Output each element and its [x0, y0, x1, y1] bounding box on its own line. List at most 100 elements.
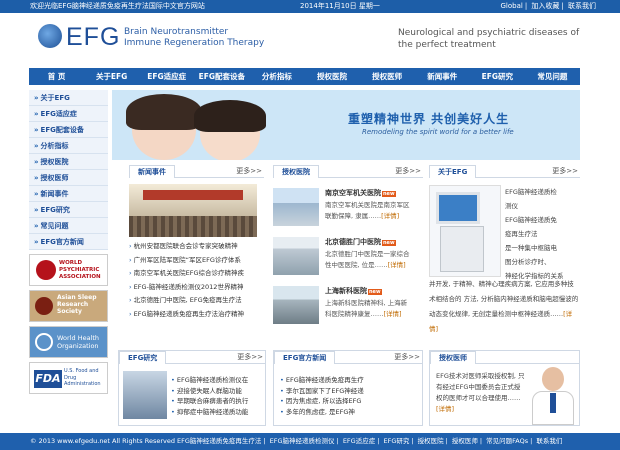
nav-hospitals[interactable]: 授权医院 [304, 68, 359, 85]
global-link[interactable]: Global [500, 2, 522, 10]
sidebar-item-official-news[interactable]: » EFG官方新闻 [29, 234, 108, 250]
doctor-photo[interactable] [530, 365, 576, 425]
logo-sub-line-2: Immune Regeneration Therapy [124, 38, 265, 48]
research-tab[interactable]: EFG研究 [119, 351, 167, 364]
research-more-link[interactable]: 更多>> [237, 351, 263, 364]
list-item[interactable]: EFG脑神经递质免疫再生疗法治疗精神 [129, 308, 264, 322]
device-monitor [436, 192, 480, 224]
globe-logo-icon[interactable] [38, 24, 62, 48]
footer-link[interactable]: EFG适应症 [343, 437, 375, 445]
news-more-link[interactable]: 更多>> [236, 165, 262, 178]
wpa-badge[interactable]: WORLD PSYCHIATRIC ASSOCIATION [29, 254, 108, 286]
fda-badge[interactable]: FDA U.S. Food and Drug Administration [29, 362, 108, 394]
footer-link[interactable]: 授权医院 [418, 437, 444, 445]
research-photo[interactable] [123, 371, 167, 419]
fda-logo-icon: FDA [34, 370, 62, 388]
list-item[interactable]: 广州军区陆军医院“军区EFG诊疗体系 [129, 254, 264, 268]
nav-news[interactable]: 新闻事件 [415, 68, 470, 85]
sidebar-item-about[interactable]: » 关于EFG [29, 90, 108, 106]
assr-badge[interactable]: Asian Sleep Research Society [29, 290, 108, 322]
hospital-item[interactable]: 南京空军机关医院 new 南京空军机关医院是南京军区联勤保障, 隶属……[详情] [273, 186, 423, 231]
about-more-link[interactable]: 更多>> [552, 165, 578, 178]
footer-link[interactable]: 授权医师 [452, 437, 478, 445]
new-icon: new [368, 289, 382, 295]
efg-device-image[interactable] [429, 185, 501, 277]
research-header: EFG研究 更多>> [119, 351, 265, 364]
nav-research[interactable]: EFG研究 [470, 68, 525, 85]
list-item[interactable]: 南京空军机关医院EFG综合诊疗精神疾 [129, 267, 264, 281]
banner-subtitle: Remodeling the spirit world for a better… [362, 128, 514, 136]
arrow-icon: » [34, 94, 39, 102]
about-line: EFG脑神经递质检 [505, 188, 557, 196]
who-badge[interactable]: World Health Organization [29, 326, 108, 358]
logo-text[interactable]: EFG [66, 24, 120, 50]
news-tab[interactable]: 新闻事件 [129, 165, 175, 178]
add-favorite-link[interactable]: 加入收藏 [531, 2, 559, 10]
news-photo[interactable] [129, 184, 257, 237]
detail-link[interactable]: [详情] [388, 261, 406, 269]
sidebar-item-doctors[interactable]: » 授权医师 [29, 170, 108, 186]
hospitals-more-link[interactable]: 更多>> [395, 165, 421, 178]
list-item[interactable]: EFG-脑神经递质检测仪2012世界精神 [129, 281, 264, 295]
footer-link[interactable]: 联系我们 [536, 437, 562, 445]
hospital-name: 北京德胜门中医院 new [325, 238, 396, 246]
official-news-more-link[interactable]: 更多>> [394, 351, 420, 364]
footer-link[interactable]: EFG脑神经递质免疫再生疗法 [177, 437, 261, 445]
hospital-item[interactable]: 北京德胜门中医院 new 北京德胜门中医院是一家综合性中医医院, 位是……[详情] [273, 235, 423, 280]
list-item[interactable]: 早期联合麻痹患者的执行 [171, 396, 263, 407]
hospital-item[interactable]: 上海新科医院 new 上海新科医院精神科, 上海新科医院精神康复……[详情] [273, 284, 423, 329]
list-item[interactable]: 抑郁症中脑神经递质功能 [171, 407, 263, 418]
list-item[interactable]: 迎接使失眠人群脑功能 [171, 386, 263, 397]
list-item[interactable]: EFG脑神经递质免疫再生疗 [280, 375, 420, 386]
sidebar-item-equipment[interactable]: » EFG配套设备 [29, 122, 108, 138]
banner-title: 重塑精神世界 共创美好人生 [348, 112, 510, 126]
list-item[interactable]: 因为焦虑症, 所以选择EFG [280, 396, 420, 407]
sidebar-item-news[interactable]: » 新闻事件 [29, 186, 108, 202]
doctors-box: 授权医师 EFG技术对医师采取授权制, 只有经过EFG中国委员会正式授权的医师才… [429, 350, 580, 426]
audience-crowd [129, 216, 257, 237]
arrow-icon: » [34, 190, 39, 198]
sidebar-item-research[interactable]: » EFG研究 [29, 202, 108, 218]
official-news-header: EFG官方新闻 更多>> [274, 351, 422, 364]
about-line: EFG脑神经递质免 [505, 216, 557, 224]
nav-doctors[interactable]: 授权医师 [360, 68, 415, 85]
hospitals-tab[interactable]: 授权医院 [273, 165, 319, 178]
official-news-tab[interactable]: EFG官方新闻 [274, 351, 336, 364]
doctors-tab[interactable]: 授权医师 [430, 351, 476, 364]
sidebar-item-indications[interactable]: » EFG适应症 [29, 106, 108, 122]
about-tab[interactable]: 关于EFG [429, 165, 477, 178]
sidebar-item-faq[interactable]: » 常见问题 [29, 218, 108, 234]
nav-equipment[interactable]: EFG配套设备 [194, 68, 249, 85]
detail-link[interactable]: [详情] [384, 310, 402, 318]
welcome-text: 欢迎光临EFG脑神经递质免疫再生疗法国际中文官方网站 [30, 2, 205, 10]
sidebar-label: 关于EFG [40, 94, 70, 102]
doctors-detail-link[interactable]: [详情] [436, 405, 454, 413]
sidebar-label: EFG适应症 [40, 110, 77, 118]
sidebar-item-hospitals[interactable]: » 授权医院 [29, 154, 108, 170]
list-item[interactable]: 杭州安都医院联合会诊专家突破精神 [129, 240, 264, 254]
top-links: Global | 加入收藏 | 联系我们 [500, 2, 596, 10]
hero-banner[interactable]: 重塑精神世界 共创美好人生 Remodeling the spirit worl… [112, 90, 580, 160]
hospital-photo [273, 188, 319, 226]
nav-indications[interactable]: EFG适应症 [139, 68, 194, 85]
fda-label: U.S. Food and Drug Administration [64, 368, 101, 387]
list-item[interactable]: 北京德胜门中医院, EFG免疫再生疗法 [129, 294, 264, 308]
nav-home[interactable]: 首 页 [29, 68, 84, 85]
nav-faq[interactable]: 常见问题 [525, 68, 580, 85]
sidebar-label: 分析指标 [40, 142, 69, 150]
sidebar-item-analysis[interactable]: » 分析指标 [29, 138, 108, 154]
footer-link[interactable]: EFG脑神经递质检测仪 [270, 437, 335, 445]
list-item[interactable]: 李尔瓦国家下了EFG神经递 [280, 386, 420, 397]
wpa-label: WORLD PSYCHIATRIC ASSOCIATION [59, 260, 101, 280]
contact-link[interactable]: 联系我们 [568, 2, 596, 10]
footer-link[interactable]: EFG研究 [383, 437, 409, 445]
child-hair-left [126, 94, 202, 130]
footer-link[interactable]: 常见问题FAQs [486, 437, 528, 445]
nav-analysis[interactable]: 分析指标 [249, 68, 304, 85]
list-item[interactable]: EFG脑神经递质检测仪在 [171, 375, 263, 386]
hospital-desc: 南京空军机关医院是南京军区联勤保障, 隶属……[详情] [325, 201, 410, 220]
arrow-icon: » [34, 174, 39, 182]
list-item[interactable]: 多年的焦虑症, 是EFG神 [280, 407, 420, 418]
nav-about[interactable]: 关于EFG [84, 68, 139, 85]
detail-link[interactable]: [详情] [381, 212, 399, 220]
